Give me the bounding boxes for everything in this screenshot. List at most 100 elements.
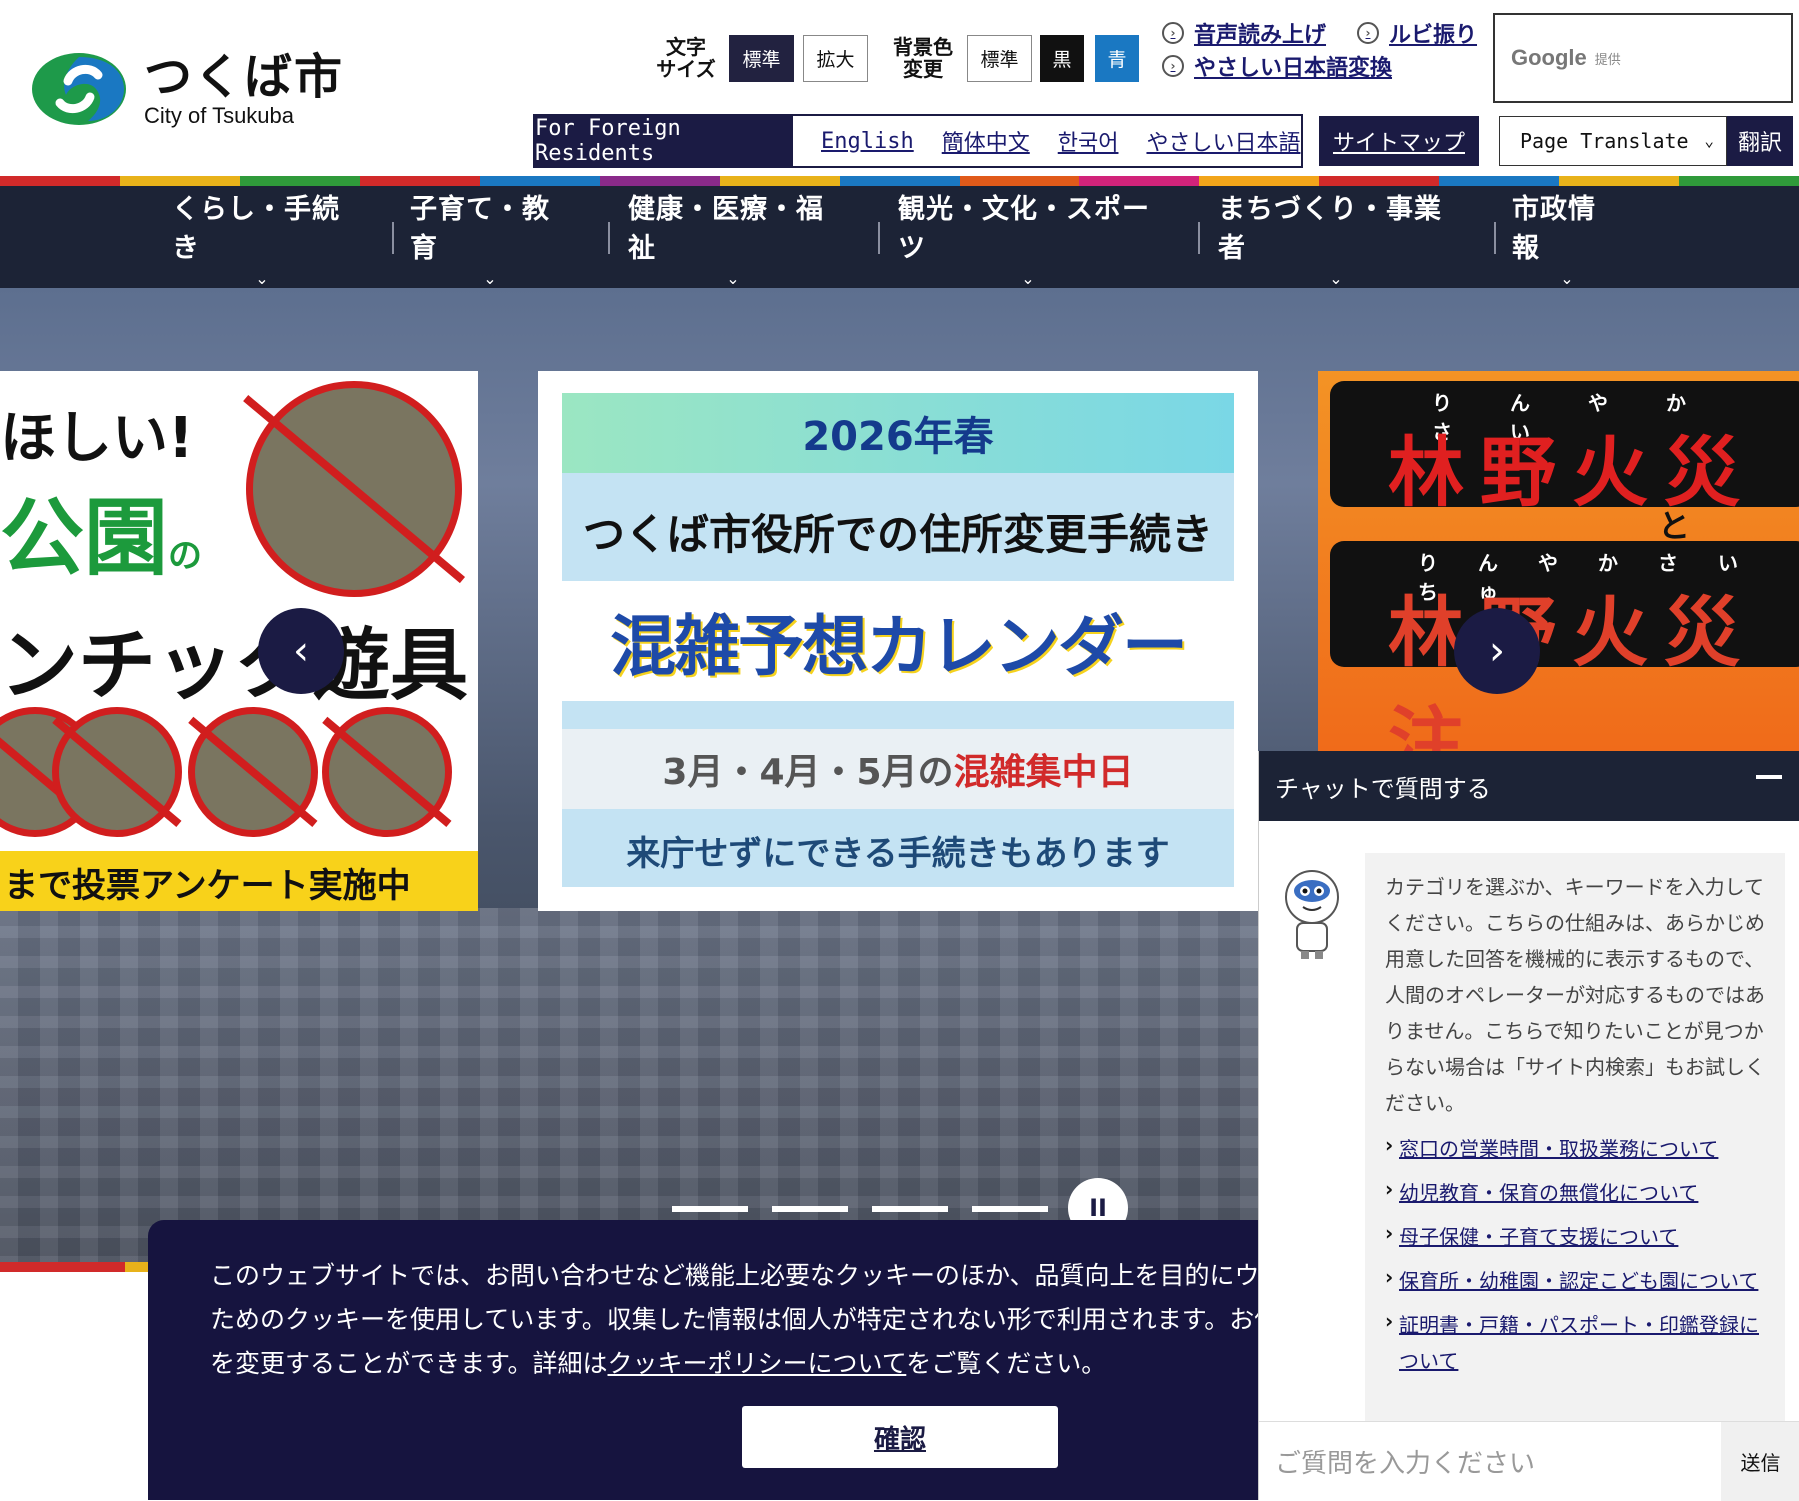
carousel-indicator-3[interactable] [872, 1206, 948, 1212]
forest-fire-banner-top: りんやかさい 林野火災 [1330, 381, 1799, 517]
site-logo[interactable]: つくば市 City of Tsukuba [30, 50, 344, 128]
chatbot-avatar [1279, 867, 1345, 961]
color-stripe-segment [1199, 176, 1320, 186]
lang-easy-japanese-link[interactable]: やさしい日本語 [1146, 125, 1300, 157]
color-stripe-segment [839, 176, 960, 186]
chevron-down-icon: ⌄ [1560, 268, 1574, 288]
easy-japanese-link[interactable]: › やさしい日本語変換 [1162, 50, 1392, 82]
nav-item-city-info[interactable]: 市政情報 ⌄ [1512, 186, 1622, 288]
slide-congestion-note: 来庁せずにできる手続きもあります [626, 833, 1170, 874]
chevron-right-circle-icon: › [1162, 22, 1184, 44]
chat-widget: チャットで質問する カテゴリを選ぶか、キーワードを入力してください。こちらの仕組… [1258, 751, 1799, 1501]
slide-congestion-subtitle: つくば市役所での住所変更手続き [582, 510, 1213, 559]
forest-fire-banner-bottom: りんやかさいちゅ 林野火災注 [1330, 541, 1799, 787]
color-stripe-segment [599, 176, 720, 186]
google-logo: Google [1511, 45, 1587, 70]
site-header: つくば市 City of Tsukuba 文字 サイズ 標準 拡大 背景色 変更… [0, 0, 1799, 176]
carousel-slide-park[interactable]: ほしい! 公園の ンチック遊具 まで投票アンケート実施中 [0, 371, 478, 911]
chat-body: カテゴリを選ぶか、キーワードを入力してください。こちらの仕組みは、あらかじめ用意… [1259, 821, 1799, 1421]
chevron-down-icon: ⌄ [726, 268, 740, 288]
color-stripe-segment [719, 176, 840, 186]
carousel-indicator-2[interactable] [772, 1206, 848, 1212]
color-stripe-segment [1559, 176, 1680, 186]
prohibited-playground-photo [246, 381, 462, 597]
prohibited-playground-photo [52, 707, 182, 837]
google-provided-label: 提供 [1594, 52, 1621, 68]
color-stripe-segment [1319, 176, 1440, 186]
nav-item-tourism[interactable]: 観光・文化・スポーツ ⌄ [898, 186, 1158, 288]
text-size-standard-button[interactable]: 標準 [729, 35, 794, 82]
carousel-prev-button[interactable]: ‹ [258, 608, 344, 694]
nav-item-living[interactable]: くらし・手続き ⌄ [172, 186, 352, 288]
slide-park-footer: まで投票アンケート実施中 [0, 851, 478, 911]
foreign-residents-title: For Foreign Residents [535, 116, 793, 166]
cookie-message: このウェブサイトでは、お問い合わせなど機能上必要なクッキーのほか、品質向上を目的… [210, 1261, 1258, 1378]
bg-color-label: 背景色 変更 [893, 35, 953, 81]
cookie-banner: このウェブサイトでは、お問い合わせなど機能上必要なクッキーのほか、品質向上を目的… [148, 1220, 1258, 1500]
chat-category-link[interactable]: 幼児教育・保育の無償化について [1385, 1171, 1769, 1211]
color-stripe-segment [1079, 176, 1200, 186]
cookie-confirm-button[interactable]: 確認 [742, 1406, 1058, 1468]
chevron-down-icon: ⌄ [1704, 131, 1714, 150]
chat-title: チャットで質問する [1275, 774, 1491, 803]
section-accent [0, 1262, 125, 1272]
bg-black-button[interactable]: 黒 [1040, 35, 1084, 82]
nav-divider [608, 222, 610, 254]
prohibited-playground-photo [188, 707, 318, 837]
text-size-large-button[interactable]: 拡大 [803, 35, 868, 82]
bg-standard-button[interactable]: 標準 [967, 35, 1032, 82]
color-stripe-segment [959, 176, 1080, 186]
lang-chinese-link[interactable]: 簡体中文 [942, 125, 1030, 157]
foreign-residents-bar: For Foreign Residents English 簡体中文 한국어 や… [533, 114, 1303, 168]
sitemap-button[interactable]: サイトマップ [1319, 116, 1479, 166]
nav-divider [878, 222, 880, 254]
ruby-link[interactable]: › ルビ振り [1357, 17, 1477, 49]
global-nav: くらし・手続き ⌄ 子育て・教育 ⌄ 健康・医療・福祉 ⌄ 観光・文化・スポーツ… [0, 186, 1799, 288]
carousel-indicator-1[interactable] [672, 1206, 748, 1212]
chat-category-link[interactable]: 証明書・戸籍・パスポート・印鑑登録について [1385, 1303, 1769, 1379]
slide-congestion-year: 2026年春 [562, 393, 1234, 473]
nav-item-childcare[interactable]: 子育て・教育 ⌄ [410, 186, 570, 288]
nav-divider [1494, 222, 1496, 254]
chat-intro-text: カテゴリを選ぶか、キーワードを入力してください。こちらの仕組みは、あらかじめ用意… [1385, 875, 1765, 1115]
chat-category-link[interactable]: 保育所・幼稚園・認定こども園について [1385, 1259, 1769, 1299]
lang-english-link[interactable]: English [821, 129, 914, 154]
slide-park-line1: ほしい! [0, 406, 194, 471]
carousel-indicator-4[interactable] [972, 1206, 1048, 1212]
color-stripe [0, 176, 1799, 186]
nav-divider [1198, 222, 1200, 254]
bg-blue-button[interactable]: 青 [1095, 35, 1139, 82]
chat-question-input[interactable]: ご質問を入力ください [1259, 1422, 1721, 1501]
chat-category-link[interactable]: 窓口の営業時間・取扱業務について [1385, 1127, 1769, 1167]
lang-korean-link[interactable]: 한국어 [1058, 125, 1119, 157]
chat-send-button[interactable]: 送信 [1721, 1422, 1799, 1501]
chevron-down-icon: ⌄ [1021, 268, 1035, 288]
nav-item-health[interactable]: 健康・医療・福祉 ⌄ [628, 186, 838, 288]
slide-park-line3: ンチック遊具 [0, 621, 469, 711]
voice-reading-link[interactable]: › 音声読み上げ [1162, 17, 1326, 49]
minimize-icon[interactable] [1756, 775, 1782, 779]
chat-category-link[interactable]: 母子保健・子育て支援について [1385, 1215, 1769, 1255]
chevron-right-circle-icon: › [1162, 55, 1184, 77]
chevron-down-icon: ⌄ [255, 268, 269, 288]
text-size-label: 文字 サイズ [656, 35, 716, 81]
color-stripe-segment [119, 176, 240, 186]
logo-title-jp: つくば市 [144, 49, 345, 105]
google-search-box[interactable]: Google 提供 [1493, 13, 1793, 103]
page-translate-select[interactable]: Page Translate ⌄ [1499, 116, 1727, 166]
slide-congestion-banner: 混雑予想カレンダー [562, 581, 1234, 701]
color-stripe-segment [0, 176, 120, 186]
chat-category-list: 窓口の営業時間・取扱業務について 幼児教育・保育の無償化について 母子保健・子育… [1385, 1127, 1769, 1379]
carousel-next-button[interactable]: › [1454, 608, 1540, 694]
translate-button[interactable]: 翻訳 [1727, 116, 1793, 166]
color-stripe-segment [1679, 176, 1799, 186]
chat-header[interactable]: チャットで質問する [1259, 751, 1799, 821]
slide-congestion-dates: 3月・4月・5月の 混雑集中日 [562, 729, 1234, 809]
chevron-down-icon: ⌄ [483, 268, 497, 288]
carousel-slide-congestion[interactable]: 2026年春 つくば市役所での住所変更手続き 混雑予想カレンダー 3月・4月・5… [538, 371, 1258, 911]
color-stripe-segment [1439, 176, 1560, 186]
nav-divider [392, 222, 394, 254]
chevron-right-circle-icon: › [1357, 22, 1379, 44]
nav-item-urban[interactable]: まちづくり・事業者 ⌄ [1218, 186, 1454, 288]
cookie-policy-link[interactable]: クッキーポリシーについて [608, 1349, 907, 1378]
